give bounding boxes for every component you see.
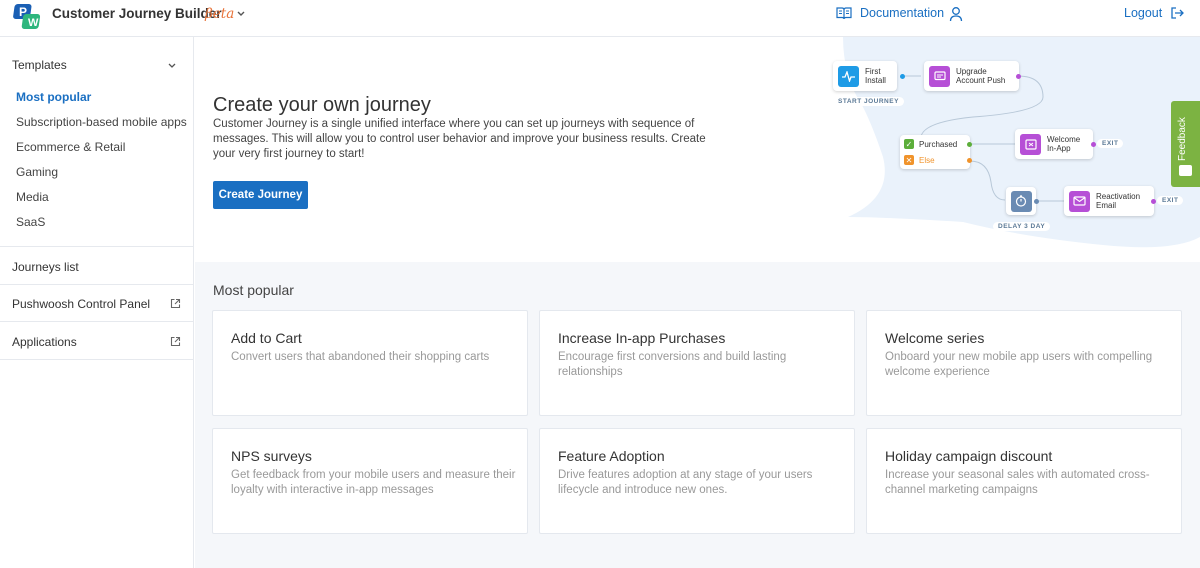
card-description: Increase your seasonal sales with automa… <box>885 469 1150 496</box>
template-card-add-to-cart[interactable]: Add to Cart Convert users that abandoned… <box>212 310 528 416</box>
x-icon: ✕ <box>904 155 914 165</box>
sidebar-divider <box>0 284 194 285</box>
feedback-tab[interactable]: Feedback <box>1171 101 1200 187</box>
section-title: Most popular <box>213 282 294 298</box>
card-description: Encourage first conversions and build la… <box>558 351 787 378</box>
connector-dot <box>967 142 972 147</box>
delay-tag: DELAY 3 DAY <box>993 222 1051 231</box>
page-title: Create your own journey <box>213 94 431 116</box>
hero-description: Customer Journey is a single unified int… <box>213 118 706 160</box>
sidebar-item-control-panel[interactable]: Pushwoosh Control Panel <box>12 297 150 311</box>
diagram-node-first-install: First Install <box>833 61 897 91</box>
card-title: Add to Cart <box>231 330 302 346</box>
sidebar-item-applications[interactable]: Applications <box>12 335 77 349</box>
documentation-label: Documentation <box>860 6 945 20</box>
sidebar-item-gaming[interactable]: Gaming <box>16 165 58 179</box>
journey-diagram-illustration: First Install START JOURNEY Upgrade Acco… <box>833 37 1200 262</box>
sidebar-item-journeys-list[interactable]: Journeys list <box>12 260 79 274</box>
diagram-node-upgrade-push: Upgrade Account Push <box>924 61 1019 91</box>
sidebar-item-saas[interactable]: SaaS <box>16 215 45 229</box>
sidebar-item-ecommerce[interactable]: Ecommerce & Retail <box>16 140 125 154</box>
template-card-nps-surveys[interactable]: NPS surveys Get feedback from your mobil… <box>212 428 528 534</box>
feedback-chat-icon <box>1179 165 1192 176</box>
chevron-down-icon[interactable] <box>167 61 177 71</box>
card-title: Increase In-app Purchases <box>558 330 726 346</box>
connector-dot <box>1151 199 1156 204</box>
exit-tag: EXIT <box>1157 196 1184 205</box>
start-journey-tag: START JOURNEY <box>833 97 904 106</box>
template-card-feature-adoption[interactable]: Feature Adoption Drive features adoption… <box>539 428 855 534</box>
card-title: Feature Adoption <box>558 448 665 464</box>
sidebar-item-subscription[interactable]: Subscription-based mobile apps <box>16 115 187 129</box>
message-icon <box>929 65 950 87</box>
card-title: Welcome series <box>885 330 985 346</box>
connector-dot <box>967 158 972 163</box>
timer-icon <box>1010 190 1032 212</box>
sidebar-divider <box>0 359 194 360</box>
sidebar-divider <box>0 246 194 247</box>
connector-dot <box>1091 142 1096 147</box>
diagram-node-delay <box>1006 187 1036 215</box>
inapp-icon <box>1020 133 1041 155</box>
sidebar-item-most-popular[interactable]: Most popular <box>16 90 91 104</box>
feedback-label: Feedback <box>1177 117 1188 161</box>
check-icon: ✓ <box>904 139 914 149</box>
beta-label: βeta <box>205 6 235 22</box>
exit-tag: EXIT <box>1097 139 1124 148</box>
template-card-holiday-discount[interactable]: Holiday campaign discount Increase your … <box>866 428 1182 534</box>
pulse-icon <box>838 65 859 87</box>
create-journey-button[interactable]: Create Journey <box>213 181 308 209</box>
app-title: Customer Journey Builder <box>52 6 222 21</box>
logout-icon <box>1171 7 1185 19</box>
logout-button[interactable]: Logout <box>1124 6 1185 20</box>
card-title: NPS surveys <box>231 448 312 464</box>
card-description: Drive features adoption at any stage of … <box>558 469 813 496</box>
card-title: Holiday campaign discount <box>885 448 1053 464</box>
pushwoosh-logo-icon[interactable]: P W <box>13 3 43 31</box>
connector-dot <box>900 74 905 79</box>
external-link-icon[interactable] <box>170 298 181 309</box>
hero-banner: Create your own journey Customer Journey… <box>195 37 1200 262</box>
sidebar-item-media[interactable]: Media <box>16 190 49 204</box>
book-icon <box>836 7 852 20</box>
user-icon[interactable] <box>949 6 963 22</box>
diagram-node-condition: ✓ Purchased ✕ Else <box>900 135 970 169</box>
card-description: Onboard your new mobile app users with c… <box>885 351 1153 378</box>
connector-dot <box>1016 74 1021 79</box>
template-card-inapp-purchases[interactable]: Increase In-app Purchases Encourage firs… <box>539 310 855 416</box>
card-description: Get feedback from your mobile users and … <box>231 469 516 496</box>
template-card-welcome-series[interactable]: Welcome series Onboard your new mobile a… <box>866 310 1182 416</box>
connector-dot <box>1034 199 1039 204</box>
sidebar-divider <box>0 321 194 322</box>
documentation-link[interactable]: Documentation <box>836 6 944 20</box>
chevron-down-icon[interactable] <box>236 9 246 19</box>
diagram-node-reactivation-email: Reactivation Email <box>1064 186 1154 216</box>
svg-text:W: W <box>28 17 39 29</box>
external-link-icon[interactable] <box>170 336 181 347</box>
top-header: P W Customer Journey Builder βeta Docume… <box>0 0 1200 37</box>
card-description: Convert users that abandoned their shopp… <box>231 351 490 363</box>
email-icon <box>1069 190 1090 212</box>
sidebar: Templates Most popular Subscription-base… <box>0 37 194 568</box>
diagram-node-welcome-inapp: Welcome In-App <box>1015 129 1093 159</box>
sidebar-templates-header[interactable]: Templates <box>12 58 67 72</box>
logout-label: Logout <box>1124 6 1163 20</box>
templates-section: Most popular Add to Cart Convert users t… <box>195 262 1200 568</box>
